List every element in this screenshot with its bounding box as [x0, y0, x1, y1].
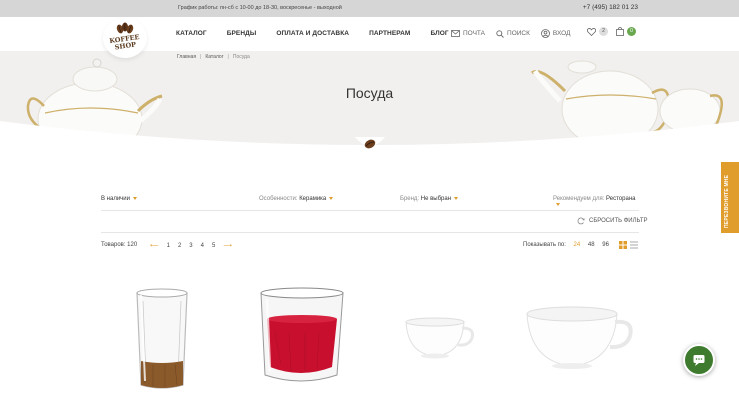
pager-bar: Товаров: 120 ⟵ 1 2 3 4 5 ⟶ Показывать по… — [101, 241, 641, 250]
logo-text: KOFFEE SHOP — [108, 32, 140, 52]
product-image-small-cup[interactable] — [402, 316, 477, 361]
user-icon — [541, 29, 550, 38]
mail-link[interactable]: ПОЧТА — [451, 30, 485, 37]
grid-view-icon[interactable] — [619, 241, 627, 249]
list-view-icon[interactable] — [630, 241, 638, 249]
page-1[interactable]: 1 — [167, 243, 170, 249]
pagination: ⟵ 1 2 3 4 5 ⟶ — [150, 242, 240, 250]
chevron-down-icon — [556, 202, 560, 206]
breadcrumb-current: Посуда — [232, 54, 250, 60]
user-counters: 2 0 — [587, 27, 636, 36]
brand-filter[interactable]: Бренд: Не выбран — [400, 196, 459, 202]
chevron-down-icon — [454, 196, 459, 200]
search-label: ПОИСК — [507, 30, 530, 37]
breadcrumb-home[interactable]: Главная — [177, 54, 196, 60]
search-link[interactable]: ПОИСК — [496, 29, 530, 38]
mail-label: ПОЧТА — [463, 30, 486, 37]
chevron-down-icon — [329, 196, 334, 200]
callback-tab[interactable]: ПЕРЕЗВОНИТЕ МНЕ — [721, 162, 739, 233]
working-hours: График работы: пн-сб с 10-00 до 18-30, в… — [178, 5, 342, 11]
breadcrumb-catalog[interactable]: Каталог — [205, 54, 223, 60]
nav-blog[interactable]: БЛОГ — [430, 30, 448, 37]
breadcrumb: Главная | Каталог | Посуда — [177, 54, 250, 60]
site-header: KOFFEE SHOP КАТАЛОГ БРЕНДЫ ОПЛАТА И ДОСТ… — [0, 17, 739, 58]
per-page-selector: Показывать по: 24 48 96 — [523, 242, 609, 248]
availability-filter[interactable]: В наличии — [101, 196, 138, 202]
page-2[interactable]: 2 — [178, 243, 181, 249]
product-image-large-cup[interactable] — [522, 304, 637, 372]
divider — [101, 210, 639, 211]
heart-icon — [587, 27, 596, 36]
mail-icon — [451, 30, 460, 37]
nav-brands[interactable]: БРЕНДЫ — [227, 30, 257, 37]
divider — [101, 232, 639, 233]
page-5[interactable]: 5 — [212, 243, 215, 249]
product-count: Товаров: 120 — [101, 242, 138, 248]
chevron-down-icon — [133, 196, 138, 200]
chat-button[interactable] — [683, 344, 715, 376]
main-nav: КАТАЛОГ БРЕНДЫ ОПЛАТА И ДОСТАВКА ПАРТНЕР… — [176, 30, 469, 37]
nav-catalog[interactable]: КАТАЛОГ — [176, 30, 207, 37]
shopping-bag-icon — [616, 27, 624, 36]
favorites-count: 2 — [599, 27, 608, 36]
next-arrow-icon[interactable]: ⟶ — [223, 242, 232, 249]
search-icon — [496, 29, 504, 38]
per-page-24[interactable]: 24 — [574, 242, 581, 248]
features-filter[interactable]: Особенности: Керамика — [259, 196, 334, 202]
product-image-thermo-glass-red[interactable] — [255, 287, 350, 387]
login-label: ВХОД — [552, 30, 571, 37]
login-link[interactable]: ВХОД — [541, 29, 571, 38]
coffee-bean-divider-icon — [355, 137, 385, 149]
product-image-double-wall-glass[interactable] — [125, 285, 205, 390]
nav-partners[interactable]: ПАРТНЕРАМ — [369, 30, 410, 37]
callback-label: ПЕРЕЗВОНИТЕ МНЕ — [724, 174, 730, 228]
top-info-bar: График работы: пн-сб с 10-00 до 18-30, в… — [0, 0, 739, 17]
reset-filter-button[interactable]: СБРОСИТЬ ФИЛЬТР — [577, 217, 648, 225]
chat-bubble-icon — [693, 355, 705, 366]
per-page-96[interactable]: 96 — [602, 242, 609, 248]
favorites-button[interactable]: 2 — [587, 27, 608, 36]
page-4[interactable]: 4 — [201, 243, 204, 249]
phone-number[interactable]: +7 (495) 182 01 23 — [583, 4, 638, 11]
page-title: Посуда — [345, 85, 394, 101]
recommended-filter[interactable]: Рекомендуем для: Ресторана — [553, 196, 639, 208]
refresh-icon — [577, 217, 585, 225]
header-actions: ПОЧТА ПОИСК ВХОД — [451, 29, 581, 38]
cart-button[interactable]: 0 — [616, 27, 636, 36]
page-3[interactable]: 3 — [189, 243, 192, 249]
logo[interactable]: KOFFEE SHOP — [103, 18, 147, 58]
per-page-48[interactable]: 48 — [588, 242, 595, 248]
view-toggle — [619, 241, 641, 249]
prev-arrow-icon[interactable]: ⟵ — [150, 242, 159, 249]
nav-payment-delivery[interactable]: ОПЛАТА И ДОСТАВКА — [276, 30, 349, 37]
cart-count: 0 — [627, 27, 636, 36]
